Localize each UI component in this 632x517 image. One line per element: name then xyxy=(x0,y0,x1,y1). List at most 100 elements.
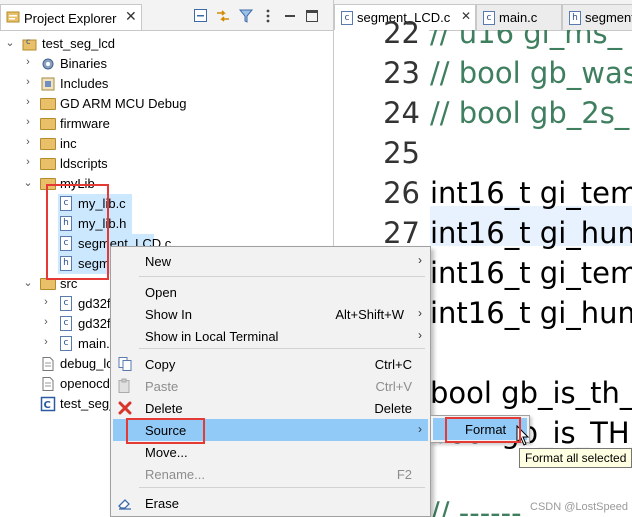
folder-icon xyxy=(40,96,56,112)
chevron-right-icon[interactable]: › xyxy=(22,96,34,110)
line-number: 25 xyxy=(383,136,420,170)
tree-item-label: debug_lc xyxy=(60,356,113,371)
svg-text:C: C xyxy=(44,400,51,411)
line-number: 22 xyxy=(383,16,420,50)
binaries-icon xyxy=(40,56,56,72)
tree-item[interactable]: ⌄ c test_seg_lcd xyxy=(0,34,333,54)
menu-separator xyxy=(139,276,425,277)
chevron-right-icon[interactable]: › xyxy=(22,76,34,90)
chevron-right-icon xyxy=(22,376,34,390)
chevron-right-icon[interactable]: › xyxy=(40,316,52,330)
launch-icon: C xyxy=(40,396,56,412)
chevron-down-icon[interactable]: ⌄ xyxy=(4,36,16,50)
project-icon: c xyxy=(22,36,38,52)
menu-item-label: New xyxy=(145,254,172,269)
tree-item[interactable]: › ldscripts xyxy=(0,154,333,174)
tree-item-label: openocd xyxy=(60,376,110,391)
tree-item-label: gd32f xyxy=(78,296,111,311)
code-line: // bool gb_was xyxy=(430,56,632,90)
tree-item-label: GD ARM MCU Debug xyxy=(60,96,187,111)
explorer-tab-bar: Project Explorer ✕ xyxy=(0,0,333,31)
tooltip: Format all selected xyxy=(519,448,632,468)
menu-item-shortcut: Alt+Shift+W xyxy=(335,307,404,322)
submenu-arrow-icon: › xyxy=(418,306,422,320)
menu-item-delete[interactable]: Delete Delete xyxy=(113,397,428,419)
menu-item-label: Show in Local Terminal xyxy=(145,329,279,344)
tab-segment-h[interactable]: h segment xyxy=(562,4,632,30)
minimize-icon[interactable] xyxy=(282,8,298,24)
filter-icon[interactable] xyxy=(238,8,254,24)
tree-item[interactable]: › Includes xyxy=(0,74,333,94)
chevron-down-icon[interactable]: ⌄ xyxy=(22,276,34,290)
context-menu: New › Open Show In Alt+Shift+W › Show in Local… xyxy=(110,246,431,517)
c-file-icon: c xyxy=(58,296,74,312)
folder-icon xyxy=(40,156,56,172)
annotation-box-source xyxy=(126,418,205,444)
tree-item-label: inc xyxy=(60,136,77,151)
code-line: bool gb_is_th_ xyxy=(430,376,632,410)
menu-item-label: Show In xyxy=(145,307,192,322)
tree-item-label: ldscripts xyxy=(60,156,108,171)
chevron-right-icon[interactable]: › xyxy=(22,136,34,150)
menu-item-erase[interactable]: Erase xyxy=(113,492,428,514)
code-line: int16_t gi_hum xyxy=(430,296,632,330)
menu-item-label: Move... xyxy=(145,445,188,460)
menu-item-show-in[interactable]: Show In Alt+Shift+W › xyxy=(113,303,428,325)
chevron-right-icon[interactable]: › xyxy=(40,336,52,350)
delete-icon xyxy=(117,400,133,416)
collapse-all-icon[interactable] xyxy=(193,8,209,24)
menu-separator xyxy=(139,487,425,488)
menu-item-paste[interactable]: Paste Ctrl+V xyxy=(113,375,428,397)
link-with-editor-icon[interactable] xyxy=(215,8,231,24)
menu-item-shortcut: Delete xyxy=(374,401,412,416)
folder-icon xyxy=(40,136,56,152)
copy-icon xyxy=(117,356,133,372)
menu-item-move[interactable]: Move... xyxy=(113,441,428,463)
folder-icon xyxy=(40,116,56,132)
chevron-right-icon xyxy=(22,356,34,370)
tree-item-label: test_seg_ xyxy=(60,396,117,411)
menu-item-label: Paste xyxy=(145,379,179,394)
menu-item-open[interactable]: Open xyxy=(113,281,428,303)
menu-item-new[interactable]: New › xyxy=(113,250,428,272)
chevron-down-icon[interactable]: ⌄ xyxy=(22,176,34,190)
submenu-arrow-icon: › xyxy=(418,422,422,436)
tree-item[interactable]: › GD ARM MCU Debug xyxy=(0,94,333,114)
chevron-right-icon[interactable]: › xyxy=(40,296,52,310)
tab-project-explorer-label: Project Explorer xyxy=(24,11,117,26)
tree-item[interactable]: › inc xyxy=(0,134,333,154)
line-number: 23 xyxy=(383,56,420,90)
annotation-box-format xyxy=(445,417,521,443)
menu-item-show-in-local-terminal[interactable]: Show in Local Terminal › xyxy=(113,325,428,347)
chevron-right-icon xyxy=(22,396,34,410)
tree-item-label: firmware xyxy=(60,116,110,131)
code-line: // u16 gi_ms_ xyxy=(430,30,623,50)
menu-item-rename[interactable]: Rename... F2 xyxy=(113,463,428,485)
submenu-arrow-icon: › xyxy=(418,253,422,267)
menu-item-copy[interactable]: Copy Ctrl+C xyxy=(113,353,428,375)
tab-main-c[interactable]: c main.c xyxy=(476,4,562,30)
tree-item-label: Binaries xyxy=(60,56,107,71)
chevron-right-icon[interactable]: › xyxy=(22,116,34,130)
code-line: int16_t gi_temp xyxy=(430,176,632,210)
tab-project-explorer[interactable]: Project Explorer ✕ xyxy=(0,4,142,30)
tree-item[interactable]: › firmware xyxy=(0,114,333,134)
menu-item-shortcut: Ctrl+C xyxy=(374,357,412,372)
menu-item-label: Erase xyxy=(145,496,179,511)
view-menu-icon[interactable] xyxy=(260,8,276,24)
close-icon[interactable]: ✕ xyxy=(125,8,137,25)
chevron-right-icon[interactable]: › xyxy=(22,56,34,70)
h-file-icon: h xyxy=(569,11,581,25)
paste-icon xyxy=(117,378,133,394)
c-file-icon: c xyxy=(58,316,74,332)
chevron-right-icon[interactable]: › xyxy=(22,156,34,170)
tree-item[interactable]: › Binaries xyxy=(0,54,333,74)
code-line: int16_t gi_temp xyxy=(430,256,632,290)
tab-label: main.c xyxy=(499,10,538,25)
includes-icon xyxy=(40,76,56,92)
code-line: int16_t gi_hum xyxy=(430,216,632,250)
close-icon[interactable]: ✕ xyxy=(461,9,471,23)
erase-icon xyxy=(117,495,133,511)
maximize-icon[interactable] xyxy=(304,8,320,24)
code-line: // bool gb_2s_ xyxy=(430,96,630,130)
